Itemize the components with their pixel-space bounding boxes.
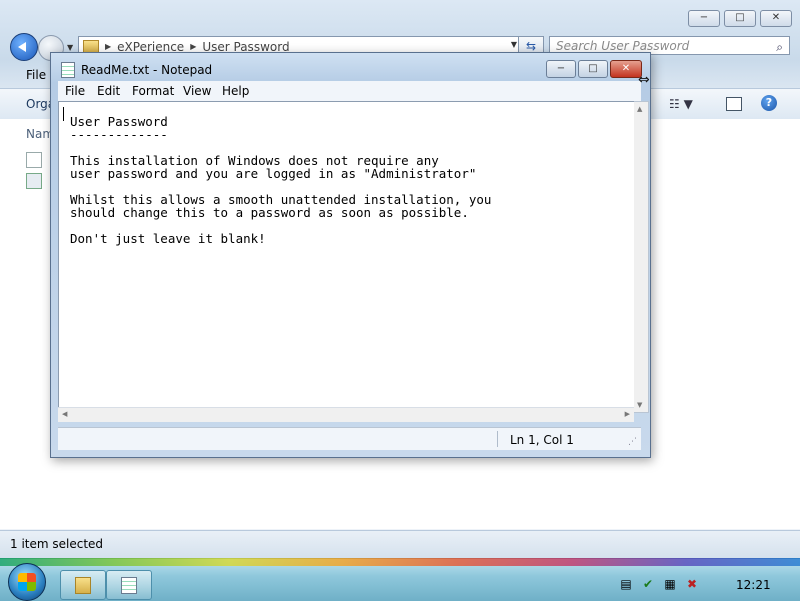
file-icon[interactable]: [26, 152, 42, 168]
minimize-button[interactable]: −: [546, 60, 576, 78]
address-dropdown-icon[interactable]: ▼: [511, 40, 517, 49]
menu-help[interactable]: Help: [222, 84, 249, 98]
views-icon[interactable]: ☷ ▼: [669, 97, 693, 111]
scroll-right-icon[interactable]: ▶: [625, 410, 630, 418]
folder-icon: [75, 577, 91, 594]
notepad-menubar: File Edit Format View Help: [58, 81, 641, 101]
explorer-close-button[interactable]: ✕: [760, 10, 792, 27]
maximize-button[interactable]: □: [578, 60, 608, 78]
refresh-icon: ⇆: [525, 39, 537, 53]
cursor-position: Ln 1, Col 1: [510, 433, 574, 447]
text-editor-area[interactable]: User Password ------------- This install…: [58, 101, 636, 413]
breadcrumb-arrow-icon[interactable]: ▶: [190, 42, 196, 51]
menu-file[interactable]: File: [65, 84, 85, 98]
document-text[interactable]: User Password ------------- This install…: [70, 115, 491, 245]
horizontal-scrollbar[interactable]: ◀ ▶: [58, 407, 634, 422]
explorer-caption-buttons: − □ ✕: [688, 10, 792, 27]
volume-muted-icon[interactable]: ✖: [685, 577, 699, 591]
window-title: ReadMe.txt - Notepad: [81, 63, 213, 77]
back-button[interactable]: [10, 33, 38, 61]
minimize-icon: −: [556, 63, 566, 74]
status-divider: [497, 431, 498, 447]
scroll-down-icon[interactable]: ▼: [637, 401, 642, 409]
close-icon: ✕: [621, 63, 631, 74]
explorer-minimize-button[interactable]: −: [688, 10, 720, 27]
scroll-left-icon[interactable]: ◀: [62, 410, 67, 418]
notepad-caption-buttons: − □ ✕: [546, 60, 642, 78]
taskbar-notepad-button[interactable]: [106, 570, 152, 600]
vertical-scrollbar[interactable]: ▲ ▼: [634, 101, 649, 413]
notepad-icon: [61, 62, 75, 78]
maximize-icon: □: [735, 12, 745, 23]
taskbar-explorer-button[interactable]: [60, 570, 106, 600]
recent-pages-dropdown[interactable]: ▼: [67, 43, 73, 52]
clock[interactable]: 12:21: [736, 578, 771, 592]
notepad-icon: [121, 577, 137, 594]
text-caret: [63, 107, 64, 121]
taskbar-decoration: [0, 558, 800, 566]
menu-edit[interactable]: Edit: [97, 84, 120, 98]
explorer-status-bar: 1 item selected: [0, 530, 800, 558]
file-icon[interactable]: [26, 173, 42, 189]
start-button[interactable]: [8, 563, 46, 601]
explorer-maximize-button[interactable]: □: [724, 10, 756, 27]
maximize-icon: □: [588, 63, 598, 74]
scroll-up-icon[interactable]: ▲: [637, 105, 642, 113]
system-tray: ▤ ✔ ▦ ✖: [619, 577, 699, 591]
menu-view[interactable]: View: [183, 84, 211, 98]
notepad-title-bar[interactable]: ReadMe.txt - Notepad: [61, 62, 212, 78]
menu-file[interactable]: File: [26, 68, 46, 82]
resize-grip-icon[interactable]: ⋰: [628, 437, 637, 447]
action-center-icon[interactable]: ✔: [641, 577, 655, 591]
notepad-status-bar: Ln 1, Col 1 ⋰: [58, 427, 641, 450]
notepad-window: ReadMe.txt - Notepad − □ ✕ File Edit For…: [50, 52, 651, 458]
document-icon[interactable]: ▤: [619, 577, 633, 591]
resize-cursor-icon: ⇔: [638, 72, 650, 88]
network-icon[interactable]: ▦: [663, 577, 677, 591]
close-icon: ✕: [771, 12, 781, 23]
search-placeholder: Search User Password: [556, 39, 690, 53]
minimize-icon: −: [699, 12, 709, 23]
help-icon[interactable]: ?: [761, 95, 777, 111]
search-icon[interactable]: ⌕: [776, 38, 783, 57]
menu-format[interactable]: Format: [132, 84, 174, 98]
preview-pane-icon[interactable]: [726, 97, 742, 111]
status-text: 1 item selected: [10, 537, 104, 551]
breadcrumb-arrow-icon[interactable]: ▶: [105, 42, 111, 51]
